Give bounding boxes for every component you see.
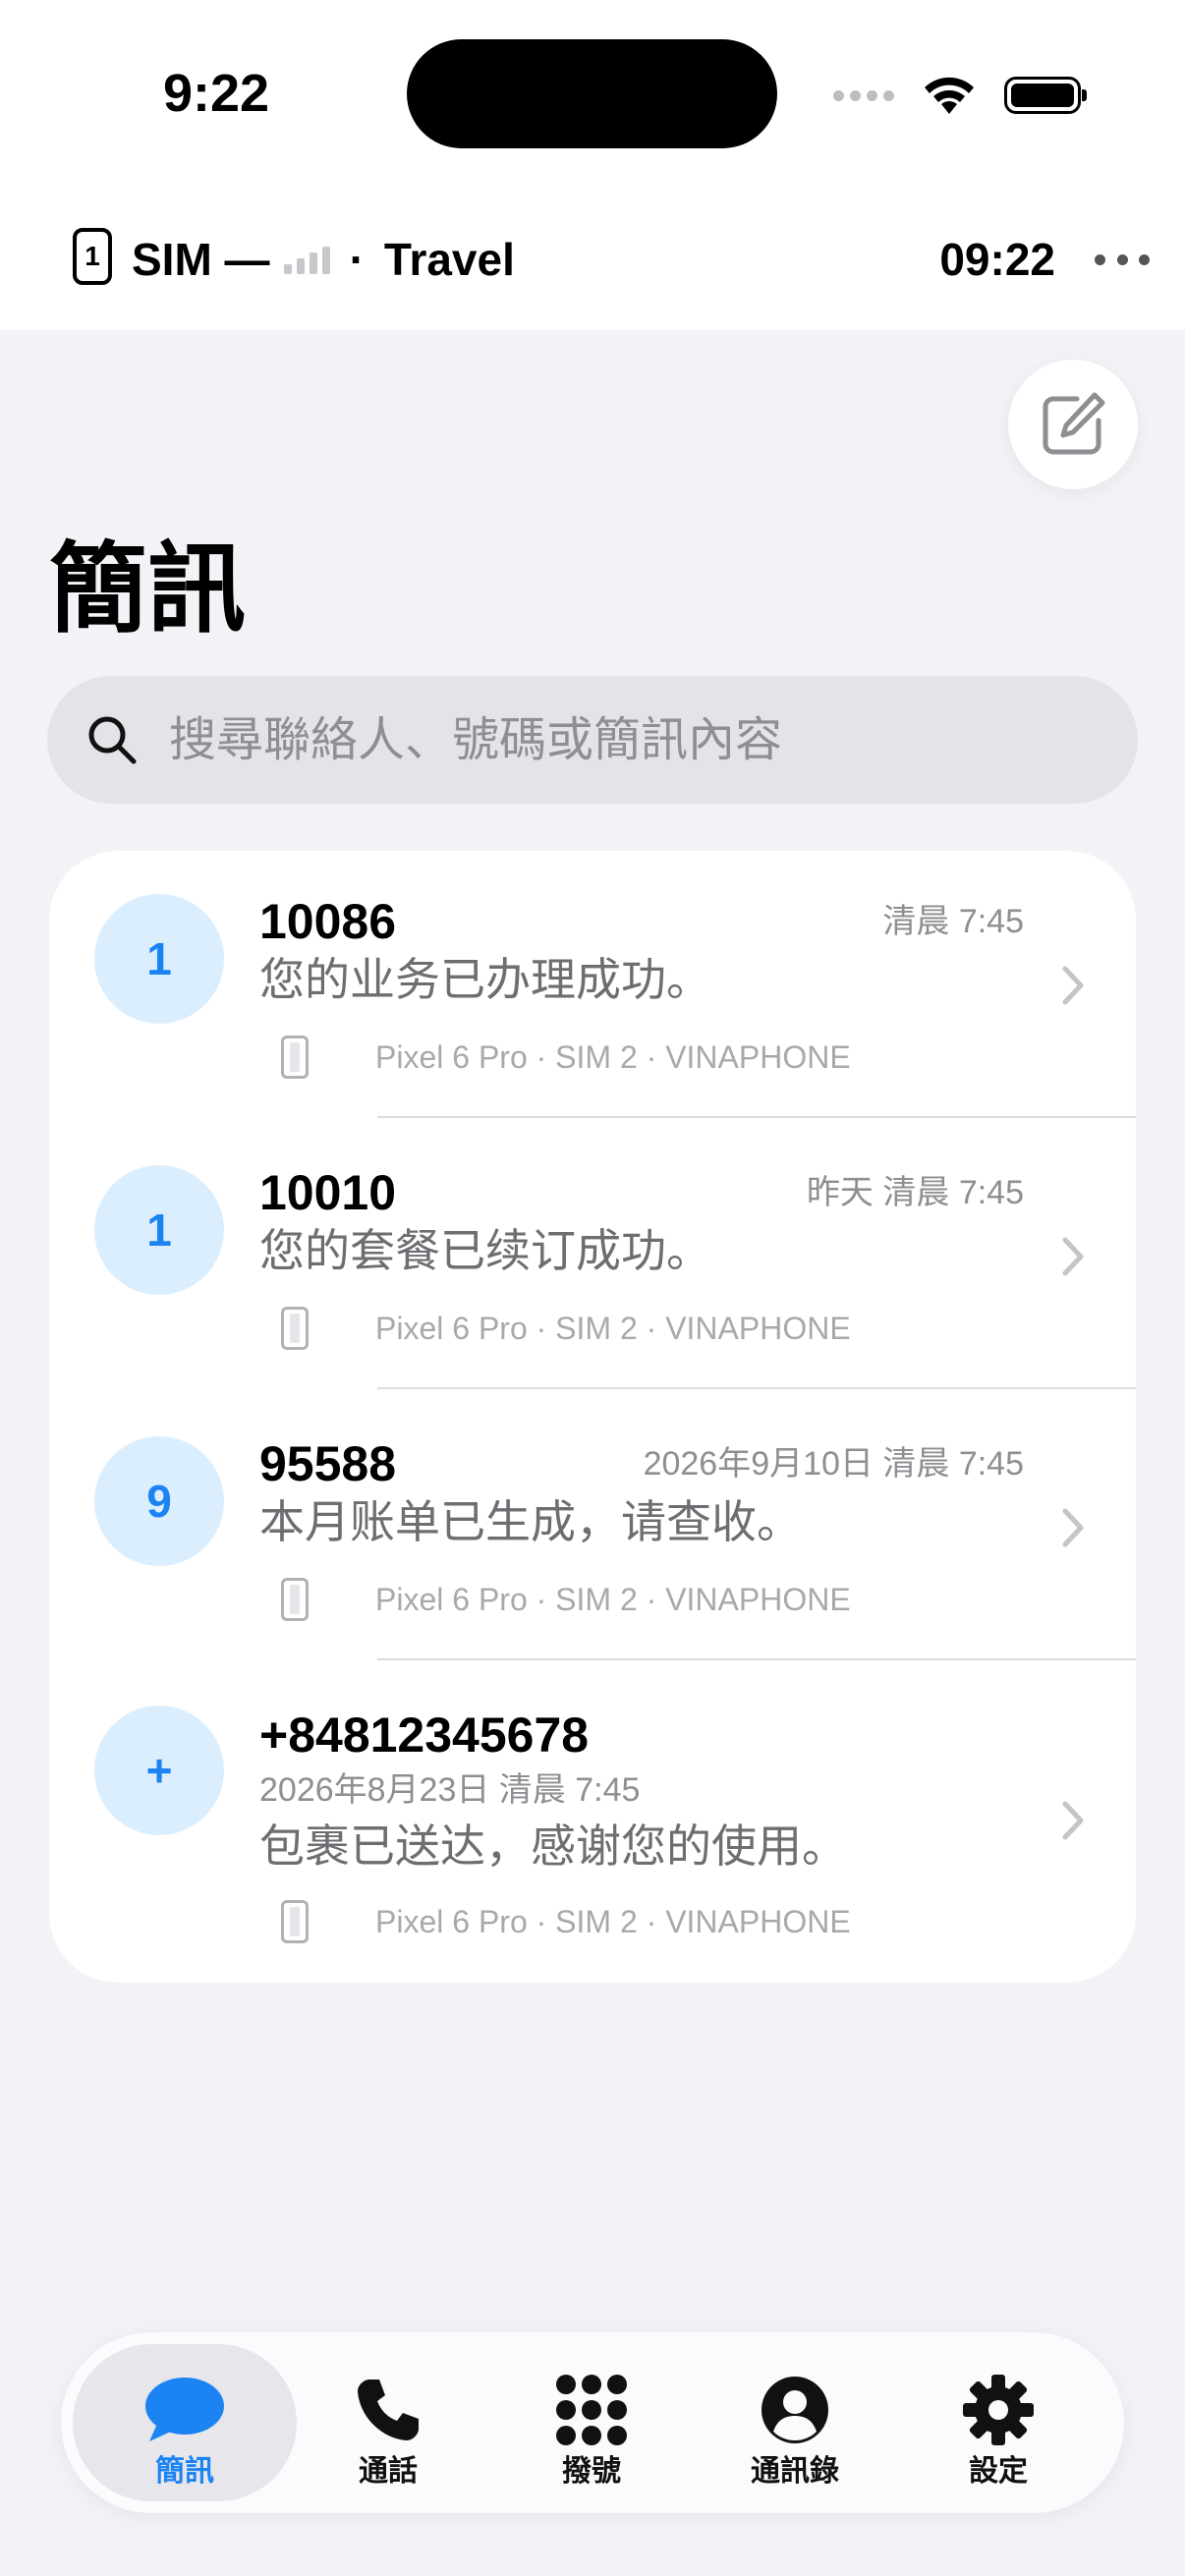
avatar: 9 bbox=[94, 1436, 224, 1566]
status-bar: 9:22 1 SIM — · Travel 09:22 bbox=[0, 0, 1185, 330]
avatar: 1 bbox=[94, 894, 224, 1024]
message-list: 1 10086 清晨 7:45 您的业务已办理成功。 Pixel 6 Pro ·… bbox=[49, 851, 1136, 1983]
search-input[interactable] bbox=[167, 700, 1055, 780]
divider bbox=[377, 1387, 1136, 1389]
search-icon bbox=[88, 716, 137, 764]
message-time: 2026年9月10日 清晨 7:45 bbox=[643, 1445, 1024, 1483]
keypad-icon bbox=[480, 2372, 704, 2448]
sender-name: 10010 bbox=[259, 1165, 397, 1220]
phone-device-icon bbox=[281, 1578, 309, 1621]
more-options-icon[interactable] bbox=[1095, 242, 1150, 277]
tab-label: 通話 bbox=[359, 2455, 418, 2488]
phone-device-icon bbox=[281, 1036, 309, 1079]
sim-separator: · bbox=[349, 234, 365, 285]
sender-name: 10086 bbox=[259, 894, 397, 949]
tab-settings[interactable]: 設定 bbox=[886, 2344, 1110, 2501]
message-row[interactable]: 9 95588 2026年9月10日 清晨 7:45 本月账单已生成，请查收。 … bbox=[49, 1393, 1136, 1662]
battery-icon bbox=[1004, 77, 1087, 114]
signal-bars-icon bbox=[283, 245, 330, 274]
tab-label: 設定 bbox=[969, 2455, 1028, 2488]
sender-name: 95588 bbox=[259, 1436, 397, 1491]
tab-keypad[interactable]: 撥號 bbox=[480, 2344, 704, 2501]
divider bbox=[377, 1116, 1136, 1118]
sender-name: +84812345678 bbox=[259, 1708, 590, 1763]
sim-status-marquee: SIM — · Travel bbox=[132, 222, 525, 297]
avatar: 1 bbox=[94, 1165, 224, 1295]
sim-status-text: SIM — bbox=[132, 234, 270, 285]
compose-button[interactable] bbox=[1008, 360, 1138, 489]
message-row[interactable]: + +84812345678 2026年8月23日 清晨 7:45 包裹已送达，… bbox=[49, 1664, 1136, 1983]
tab-label: 簡訊 bbox=[155, 2455, 214, 2488]
search-bar[interactable] bbox=[47, 676, 1138, 804]
message-preview: 包裹已送达，感谢您的使用。 bbox=[259, 1820, 847, 1872]
page-title: 簡訊 bbox=[49, 534, 246, 644]
chevron-right-icon bbox=[1062, 966, 1084, 1005]
sim-clock: 09:22 bbox=[939, 234, 1055, 285]
message-preview: 本月账单已生成，请查收。 bbox=[259, 1496, 802, 1547]
message-time: 2026年8月23日 清晨 7:45 bbox=[259, 1771, 641, 1809]
compose-icon bbox=[1043, 392, 1105, 455]
chevron-right-icon bbox=[1062, 1508, 1084, 1547]
message-time: 清晨 7:45 bbox=[882, 903, 1024, 940]
message-row[interactable]: 1 10086 清晨 7:45 您的业务已办理成功。 Pixel 6 Pro ·… bbox=[49, 851, 1136, 1120]
message-meta: Pixel 6 Pro · SIM 2 · VINAPHONE bbox=[375, 1039, 851, 1075]
sim-card-icon: 1 bbox=[73, 228, 112, 285]
divider bbox=[377, 1658, 1136, 1660]
status-icons bbox=[833, 71, 1087, 120]
message-time: 昨天 清晨 7:45 bbox=[806, 1174, 1024, 1211]
message-bubble-icon bbox=[73, 2372, 297, 2448]
chevron-right-icon bbox=[1062, 1801, 1084, 1840]
tab-messages[interactable]: 簡訊 bbox=[73, 2344, 297, 2501]
message-meta: Pixel 6 Pro · SIM 2 · VINAPHONE bbox=[375, 1904, 851, 1939]
tab-bar: 簡訊 通話 撥號 通訊錄 設定 bbox=[61, 2332, 1124, 2513]
message-meta: Pixel 6 Pro · SIM 2 · VINAPHONE bbox=[375, 1582, 851, 1617]
message-meta: Pixel 6 Pro · SIM 2 · VINAPHONE bbox=[375, 1311, 851, 1346]
carrier-name: Travel bbox=[383, 234, 515, 285]
wifi-icon bbox=[925, 77, 974, 114]
chevron-right-icon bbox=[1062, 1237, 1084, 1276]
gear-icon bbox=[886, 2372, 1110, 2448]
avatar: + bbox=[94, 1706, 224, 1835]
contact-icon bbox=[683, 2372, 907, 2448]
tab-label: 通訊錄 bbox=[751, 2455, 839, 2488]
status-time: 9:22 bbox=[162, 64, 270, 123]
sim-status-row: 1 SIM — · Travel 09:22 bbox=[73, 222, 1150, 297]
cellular-signal-icon bbox=[833, 89, 894, 101]
tab-contacts[interactable]: 通訊錄 bbox=[683, 2344, 907, 2501]
message-preview: 您的业务已办理成功。 bbox=[259, 954, 711, 1005]
phone-icon bbox=[276, 2372, 500, 2448]
dynamic-island bbox=[407, 39, 777, 148]
tab-label: 撥號 bbox=[562, 2455, 621, 2488]
message-preview: 您的套餐已续订成功。 bbox=[259, 1225, 711, 1276]
phone-device-icon bbox=[281, 1900, 309, 1943]
tab-calls[interactable]: 通話 bbox=[276, 2344, 500, 2501]
phone-device-icon bbox=[281, 1307, 309, 1350]
message-row[interactable]: 1 10010 昨天 清晨 7:45 您的套餐已续订成功。 Pixel 6 Pr… bbox=[49, 1122, 1136, 1391]
